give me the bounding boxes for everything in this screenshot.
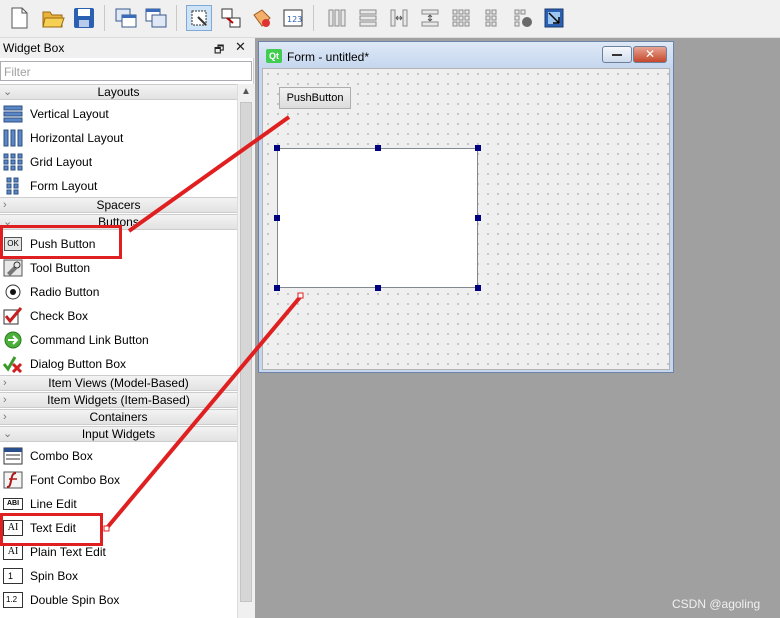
watermark: CSDN @agoling <box>672 597 761 611</box>
annotation-endpoint <box>297 292 304 299</box>
annotation-arrows <box>103 115 304 532</box>
annotation-line-text-edit <box>104 294 303 531</box>
annotation-endpoint <box>103 525 110 532</box>
annotation-line-push-button <box>127 115 291 233</box>
